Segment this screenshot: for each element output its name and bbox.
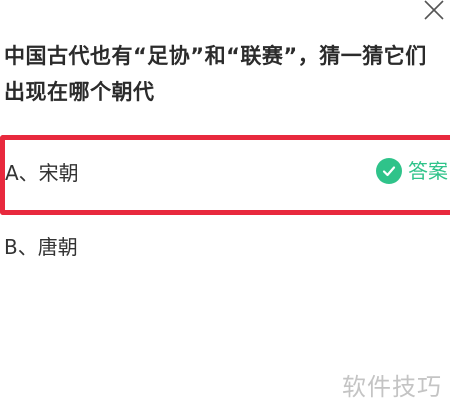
- option-a[interactable]: A、宋朝 答案: [0, 135, 450, 215]
- option-b[interactable]: B、唐朝: [0, 231, 450, 265]
- answer-label: 答案: [408, 159, 448, 183]
- check-circle-icon: [376, 158, 402, 184]
- question-text: 中国古代也有“足协”和“联赛”，猜一猜它们出现在哪个朝代: [4, 44, 427, 104]
- answer-badge: 答案: [376, 157, 448, 185]
- option-b-label: B、唐朝: [4, 235, 78, 259]
- close-button[interactable]: [420, 0, 446, 24]
- watermark: 软件技巧: [342, 373, 442, 401]
- close-icon: [424, 0, 444, 20]
- option-a-label: A、宋朝: [5, 161, 79, 185]
